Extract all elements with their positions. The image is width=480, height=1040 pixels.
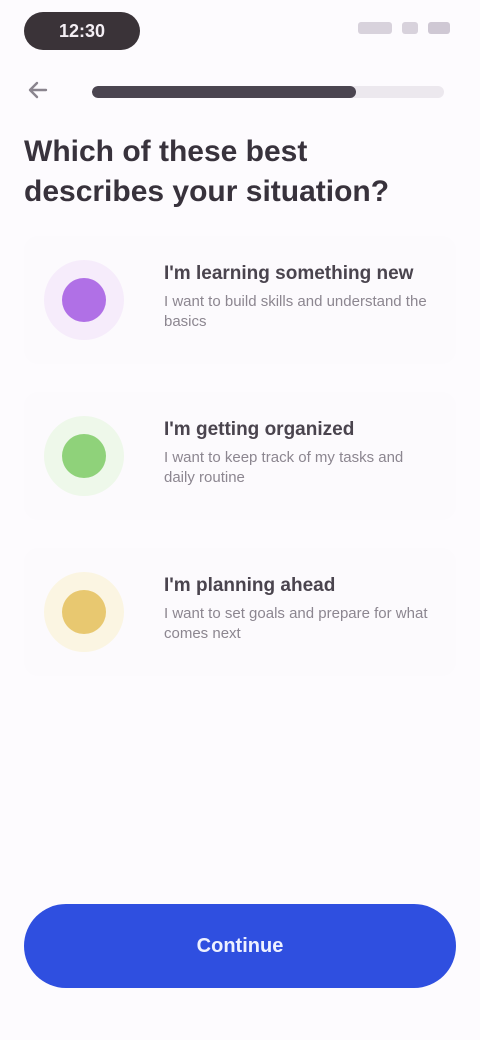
option-card-learning[interactable]: I'm learning something new I want to bui… xyxy=(24,236,456,364)
progress-fill xyxy=(92,86,356,98)
status-icons xyxy=(358,22,450,34)
option-description: I want to keep track of my tasks and dai… xyxy=(164,449,404,486)
target-icon xyxy=(62,590,106,634)
wifi-icon xyxy=(402,22,418,34)
signal-icon xyxy=(358,22,392,34)
option-list: I'm learning something new I want to bui… xyxy=(24,236,456,704)
sparkle-icon xyxy=(62,278,106,322)
status-bar: 12:30 xyxy=(0,0,480,64)
option-icon xyxy=(44,260,124,340)
option-description: I want to set goals and prepare for what… xyxy=(164,605,428,642)
option-card-planning[interactable]: I'm planning ahead I want to set goals a… xyxy=(24,548,456,676)
back-button[interactable] xyxy=(24,76,52,104)
top-bar xyxy=(0,64,480,116)
option-icon xyxy=(44,572,124,652)
page-title: Which of these best describes your situa… xyxy=(24,135,390,208)
option-description: I want to build skills and understand th… xyxy=(164,293,427,330)
option-card-organizing[interactable]: I'm getting organized I want to keep tra… xyxy=(24,392,456,520)
status-time: 12:30 xyxy=(24,12,140,50)
option-title: I'm getting organized xyxy=(164,419,355,440)
checklist-icon xyxy=(62,434,106,478)
arrow-left-icon xyxy=(28,81,48,99)
continue-button[interactable]: Continue xyxy=(24,904,456,988)
battery-icon xyxy=(428,22,450,34)
onboarding-progress xyxy=(92,86,444,98)
option-title: I'm learning something new xyxy=(164,263,414,284)
option-title: I'm planning ahead xyxy=(164,575,336,596)
option-icon xyxy=(44,416,124,496)
